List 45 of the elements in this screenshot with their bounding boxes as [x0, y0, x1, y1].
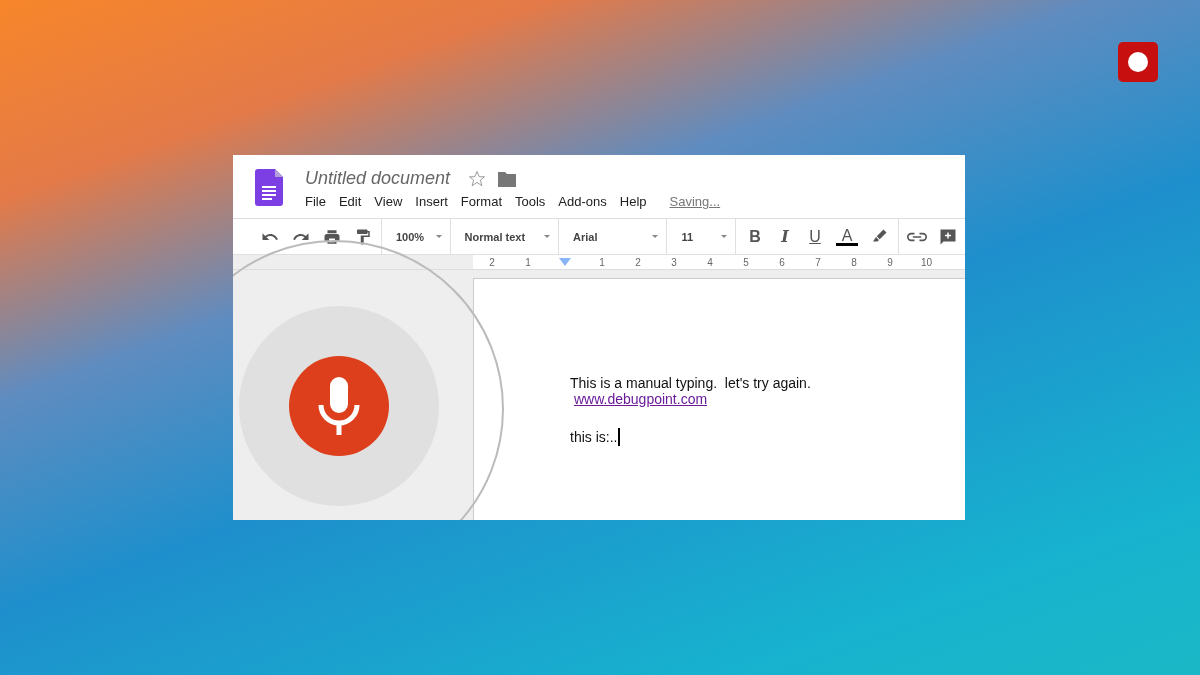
menu-item[interactable]: View — [374, 194, 403, 209]
ruler-number: 8 — [850, 256, 858, 268]
underline-button[interactable]: U — [806, 227, 824, 246]
ruler-number: 3 — [670, 256, 678, 268]
ruler-number: 4 — [706, 256, 714, 268]
indent-marker-icon[interactable] — [559, 258, 571, 266]
star-icon[interactable] — [468, 169, 487, 188]
ruler-number: 2 — [488, 256, 496, 268]
ruler-number: 1 — [598, 256, 606, 268]
menu-item[interactable]: Edit — [338, 194, 362, 209]
ruler-number: 5 — [742, 256, 750, 268]
menu-item[interactable]: Insert — [415, 194, 448, 209]
ruler-number: 10 — [921, 256, 931, 268]
font-size-dropdown[interactable]: 11 — [667, 219, 736, 254]
docs-logo-icon[interactable] — [255, 169, 283, 206]
save-status[interactable]: Saving... — [669, 194, 721, 209]
link[interactable]: www.debugpoint.com — [574, 391, 708, 407]
record-icon[interactable] — [1118, 42, 1158, 82]
font-dropdown[interactable]: Arial — [559, 219, 668, 254]
menu-item[interactable]: Help — [619, 194, 647, 209]
menu-item[interactable]: Tools — [515, 194, 546, 209]
microphone-icon — [316, 375, 362, 437]
text-cursor — [618, 428, 621, 446]
menu-item[interactable]: File — [305, 194, 326, 209]
document-text: this is:.. — [570, 429, 618, 445]
print-icon[interactable] — [323, 227, 341, 246]
ruler-number: 1 — [524, 256, 532, 268]
ruler-number: 2 — [634, 256, 642, 268]
italic-button[interactable]: I — [776, 227, 794, 246]
zoom-dropdown[interactable]: 100% — [382, 219, 451, 254]
menu-item[interactable]: Add-ons — [558, 194, 607, 209]
ruler-number: 7 — [814, 256, 822, 268]
document-page[interactable]: This is a manual typing. let's try again. www.debugpoint.com this is:.. — [473, 278, 965, 520]
text-color-button[interactable]: A — [836, 227, 858, 246]
ruler[interactable]: 2 1 1 2 3 4 5 6 7 8 9 10 — [233, 255, 965, 270]
folder-icon[interactable] — [498, 170, 517, 187]
menu-item[interactable]: Format — [460, 194, 502, 209]
ruler-number: 6 — [778, 256, 786, 268]
style-dropdown[interactable]: Normal text — [450, 219, 559, 254]
document-text: This is a manual typing. let's try again. — [570, 375, 812, 391]
ruler-number: 9 — [886, 256, 894, 268]
link-icon[interactable] — [907, 230, 927, 243]
add-comment-icon[interactable] — [939, 227, 957, 246]
document-title[interactable]: Untitled document — [305, 168, 451, 189]
bold-button[interactable]: B — [746, 227, 764, 246]
